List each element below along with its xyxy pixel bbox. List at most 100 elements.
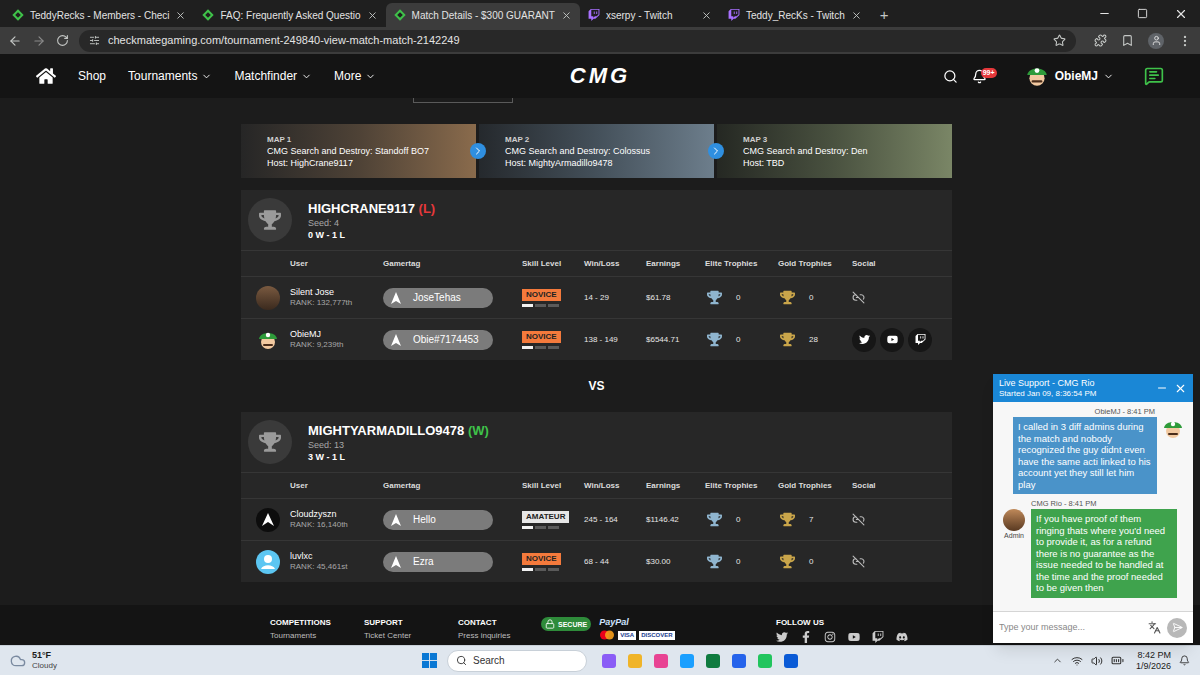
admin-avatar <box>1003 509 1025 531</box>
browser-tab[interactable]: FAQ: Frequently Asked Questio <box>194 3 385 27</box>
address-bar[interactable]: checkmategaming.com/tournament-249840-vi… <box>79 30 1076 52</box>
map-card: MAP 1CMG Search and Destroy: Standoff BO… <box>241 124 476 178</box>
forward-icon[interactable] <box>32 34 46 48</box>
player-name[interactable]: ObieMJ <box>290 329 343 340</box>
twitch-button[interactable] <box>908 328 932 352</box>
battery-icon[interactable] <box>1111 654 1124 667</box>
menu-icon[interactable] <box>1178 34 1192 48</box>
windows-start-icon[interactable] <box>422 653 437 668</box>
home-icon[interactable] <box>36 66 56 86</box>
card-badge: VISA <box>618 631 636 640</box>
map-arrow <box>708 143 724 159</box>
wifi-icon[interactable] <box>1071 655 1083 667</box>
reading-list-icon[interactable] <box>1121 34 1134 47</box>
discord-icon[interactable] <box>896 631 908 643</box>
chat-icon[interactable] <box>1144 66 1164 86</box>
nav-item[interactable]: More <box>334 67 376 85</box>
taskbar-search[interactable]: Search <box>447 650 587 672</box>
translate-icon[interactable] <box>1148 621 1161 634</box>
nav-item[interactable]: Matchfinder <box>234 67 312 85</box>
profile-icon <box>1151 35 1162 46</box>
win-loss: 14 - 29 <box>584 292 646 304</box>
nav-item[interactable]: Shop <box>78 67 106 85</box>
reload-icon[interactable] <box>56 34 69 47</box>
close-tab-icon[interactable] <box>851 10 862 21</box>
taskbar-app-icon[interactable] <box>653 653 669 669</box>
close-tab-icon[interactable] <box>561 10 572 21</box>
twitch-icon[interactable] <box>872 631 884 643</box>
profile-button[interactable] <box>1148 33 1164 49</box>
player-row: luvlxcRANK: 45,461stEzraNOVICE68 - 44$30… <box>241 540 952 582</box>
close-window-icon[interactable] <box>1174 7 1188 21</box>
footer-link[interactable]: Press inquiries <box>458 630 541 642</box>
social <box>852 291 952 304</box>
player-rank: RANK: 132,777th <box>290 298 352 308</box>
notification-center-icon[interactable] <box>1179 655 1190 666</box>
browser-tab[interactable]: xserpy - Twitch <box>580 3 720 27</box>
earnings: $1146.42 <box>646 514 705 526</box>
close-chat-icon[interactable] <box>1174 382 1187 395</box>
footer-link[interactable]: Tournaments <box>270 630 364 642</box>
twitter-button[interactable] <box>852 328 876 352</box>
taskbar-app-icon[interactable] <box>627 653 643 669</box>
facebook-icon[interactable] <box>800 631 812 643</box>
taskbar-app-icon[interactable] <box>601 653 617 669</box>
gamertag-pill: Hello <box>383 510 493 530</box>
follow-us: FOLLOW US <box>776 617 908 645</box>
close-tab-icon[interactable] <box>701 10 712 21</box>
footer-link[interactable]: Ticket Center <box>364 630 458 642</box>
footer-column: SUPPORTTicket Center <box>364 617 458 645</box>
maximize-icon[interactable] <box>1137 8 1148 19</box>
user-menu[interactable]: ObieMJ <box>1024 63 1114 89</box>
team-name[interactable]: HIGHCRANE9117 (L) <box>308 200 435 217</box>
weather-widget[interactable]: 51°FCloudy <box>10 650 422 671</box>
browser-tab[interactable]: Teddy_RecKs - Twitch <box>720 3 870 27</box>
youtube-icon[interactable] <box>848 631 860 643</box>
new-tab-button[interactable]: + <box>870 3 899 27</box>
secure-badge: SECURE <box>541 617 591 631</box>
nav-item[interactable]: Tournaments <box>128 67 212 85</box>
notifications-button[interactable]: 99+ <box>972 66 1000 86</box>
avatar-default-icon <box>256 550 280 574</box>
chat-messages: ObieMJ - 8:41 PMI called in 3 diff admin… <box>993 402 1193 611</box>
player-name[interactable]: Silent Jose <box>290 287 352 298</box>
minimize-chat-icon[interactable] <box>1156 382 1168 394</box>
team-name[interactable]: MIGHTYARMADILLO9478 (W) <box>308 422 489 439</box>
skill-bar <box>522 568 559 571</box>
taskbar-app-icon[interactable] <box>783 653 799 669</box>
minimize-icon[interactable] <box>1098 7 1111 20</box>
cmg-logo[interactable]: CMG <box>570 63 630 89</box>
twitter-icon[interactable] <box>776 631 788 643</box>
bookmark-star-icon[interactable] <box>1053 34 1066 47</box>
back-icon[interactable] <box>8 34 22 48</box>
taskbar: 51°FCloudy Search 8:42 PM1/9/2026 <box>0 645 1200 675</box>
browser-tab[interactable]: TeddyRecks - Members - Checi <box>4 3 194 27</box>
close-tab-icon[interactable] <box>367 10 378 21</box>
youtube-button[interactable] <box>880 328 904 352</box>
chat-input[interactable] <box>999 621 1142 635</box>
instagram-icon[interactable] <box>824 631 836 643</box>
player-name[interactable]: Cloudzyszn <box>290 509 348 520</box>
player-row: Silent JoseRANK: 132,777thJoseTehasNOVIC… <box>241 276 952 318</box>
taskbar-app-icon[interactable] <box>757 653 773 669</box>
taskbar-app-icon[interactable] <box>705 653 721 669</box>
mastercard-icon <box>599 630 615 640</box>
button-outline[interactable] <box>413 98 513 103</box>
dropdown-icon <box>201 71 212 82</box>
taskbar-app-icon[interactable] <box>679 653 695 669</box>
clock[interactable]: 8:42 PM1/9/2026 <box>1132 650 1171 672</box>
player-row: ObieMJRANK: 9,239thObie#7174453NOVICE138… <box>241 318 952 360</box>
volume-icon[interactable] <box>1091 655 1103 667</box>
player-name[interactable]: luvlxc <box>290 551 347 562</box>
player-rank: RANK: 45,461st <box>290 562 347 572</box>
team-logo <box>248 420 292 464</box>
site-info-icon[interactable] <box>89 35 100 46</box>
taskbar-app-icon[interactable] <box>731 653 747 669</box>
extensions-icon[interactable] <box>1094 34 1107 47</box>
browser-tab[interactable]: Match Details - $300 GUARANT <box>386 3 580 27</box>
tray-overflow-icon[interactable] <box>1052 655 1063 666</box>
avatar-logo-icon <box>256 508 280 532</box>
send-button[interactable] <box>1167 618 1187 638</box>
search-icon[interactable] <box>943 69 958 84</box>
close-tab-icon[interactable] <box>175 10 186 21</box>
